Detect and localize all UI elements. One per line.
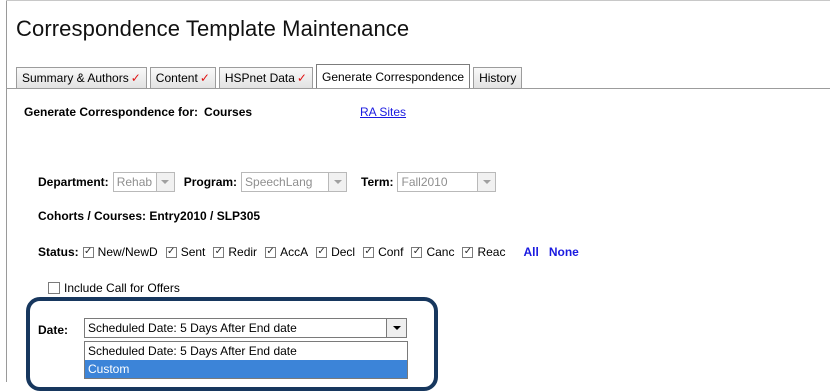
tab-history[interactable]: History [473, 67, 523, 88]
status-checkbox-redir[interactable]: ✓ Redir [213, 245, 257, 259]
tab-label: History [479, 71, 517, 85]
frame-top-border [6, 0, 830, 1]
status-checkbox-reac[interactable]: ✓ Reac [462, 245, 505, 259]
checkmark-icon: ✓ [364, 246, 373, 257]
checkmark-icon: ✓ [199, 71, 210, 85]
term-select[interactable]: Fall2010 [397, 172, 497, 192]
checkbox-box: ✓ [265, 246, 277, 258]
tab-label: Summary & Authors [22, 71, 129, 85]
status-checkbox-canc[interactable]: ✓ Canc [411, 245, 454, 259]
status-checkbox-decl[interactable]: ✓ Decl [316, 245, 355, 259]
page-title: Correspondence Template Maintenance [16, 16, 410, 41]
checkbox-box [48, 282, 60, 294]
checkmark-icon: ✓ [412, 246, 422, 257]
checkbox-label: AccA [280, 245, 309, 259]
status-label: Status: [38, 245, 79, 259]
checkmark-icon: ✓ [83, 246, 93, 257]
checkbox-box: ✓ [411, 246, 423, 258]
select-all-link[interactable]: All [523, 245, 538, 259]
status-checkbox-newnewd[interactable]: ✓ New/NewD [82, 245, 158, 259]
program-value: SpeechLang [245, 175, 313, 189]
program-select[interactable]: SpeechLang [241, 172, 348, 192]
department-select[interactable]: Rehab [112, 172, 175, 192]
tab-label: HSPnet Data [224, 71, 295, 85]
term-label: Term: [361, 175, 394, 189]
frame-left-border [6, 0, 7, 382]
checkbox-label: Decl [331, 245, 356, 259]
program-label: Program: [183, 175, 238, 189]
checkbox-label: Canc [426, 245, 455, 259]
date-label: Date: [38, 323, 69, 337]
tab-label: Content [155, 71, 198, 85]
generate-for-value: Courses [204, 105, 253, 119]
tab-summary-authors[interactable]: Summary & Authors ✓ [16, 67, 147, 88]
status-checkbox-acca[interactable]: ✓ AccA [265, 245, 308, 259]
checkbox-box: ✓ [462, 246, 474, 258]
include-offers-checkbox[interactable]: Include Call for Offers [48, 281, 180, 295]
checkmark-icon: ✓ [266, 246, 275, 257]
status-checkbox-conf[interactable]: ✓ Conf [363, 245, 403, 259]
status-row: Status: ✓ New/NewD ✓ Sent ✓ Redir ✓ AccA ✓ De… [38, 245, 579, 259]
checkbox-box: ✓ [82, 246, 94, 258]
include-offers-label: Include Call for Offers [64, 281, 180, 295]
checkmark-icon: ✓ [166, 246, 176, 257]
term-value: Fall2010 [401, 175, 448, 189]
tab-label: Generate Correspondence [321, 70, 465, 84]
checkbox-box: ✓ [213, 246, 225, 258]
date-option-custom[interactable]: Custom [85, 360, 407, 378]
tab-hspnet-data[interactable]: HSPnet Data ✓ [218, 67, 313, 88]
checkmark-icon: ✓ [463, 246, 473, 257]
chevron-down-icon [477, 173, 496, 191]
status-checkbox-sent[interactable]: ✓ Sent [165, 245, 206, 259]
date-option-scheduled[interactable]: Scheduled Date: 5 Days After End date [85, 342, 407, 360]
generate-for-line: Generate Correspondence for: Courses [24, 105, 252, 119]
checkbox-label: Sent [180, 245, 206, 259]
tab-generate-correspondence[interactable]: Generate Correspondence [315, 64, 471, 88]
checkbox-label: Conf [378, 245, 404, 259]
checkbox-box: ✓ [363, 246, 375, 258]
checkmark-icon: ✓ [214, 246, 224, 257]
chevron-down-icon [328, 173, 347, 191]
checkmark-icon: ✓ [317, 246, 326, 257]
generate-for-label: Generate Correspondence for: [24, 105, 199, 119]
tab-bar: Summary & Authors ✓ Content ✓ HSPnet Data ✓… [16, 64, 525, 88]
department-label: Department: [38, 175, 109, 189]
checkbox-label: New/NewD [97, 245, 158, 259]
tab-divider [6, 88, 830, 89]
checkmark-icon: ✓ [130, 71, 141, 85]
ra-sites-link[interactable]: RA Sites [360, 105, 406, 119]
chevron-down-icon[interactable] [386, 319, 406, 337]
cohorts-courses-text: Cohorts / Courses: Entry2010 / SLP305 [38, 209, 261, 223]
date-select[interactable]: Scheduled Date: 5 Days After End date [84, 318, 407, 338]
filter-row: Department: Rehab Program: SpeechLang Te… [38, 172, 497, 192]
checkbox-label: Reac [477, 245, 506, 259]
date-dropdown-list: Scheduled Date: 5 Days After End date Cu… [84, 341, 408, 379]
checkbox-box: ✓ [316, 246, 328, 258]
tab-content[interactable]: Content ✓ [149, 67, 216, 88]
chevron-down-icon [155, 173, 174, 191]
checkbox-box: ✓ [165, 246, 177, 258]
date-select-value: Scheduled Date: 5 Days After End date [88, 321, 297, 335]
checkmark-icon: ✓ [296, 71, 307, 85]
checkbox-label: Redir [228, 245, 258, 259]
department-value: Rehab [116, 175, 153, 189]
select-none-link[interactable]: None [549, 245, 579, 259]
